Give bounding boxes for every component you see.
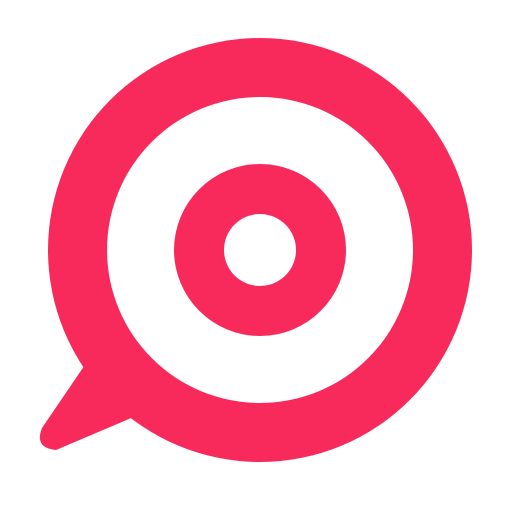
app-logo bbox=[0, 0, 512, 512]
target-speech-bubble-icon bbox=[39, 38, 472, 462]
center-dot bbox=[224, 214, 296, 286]
